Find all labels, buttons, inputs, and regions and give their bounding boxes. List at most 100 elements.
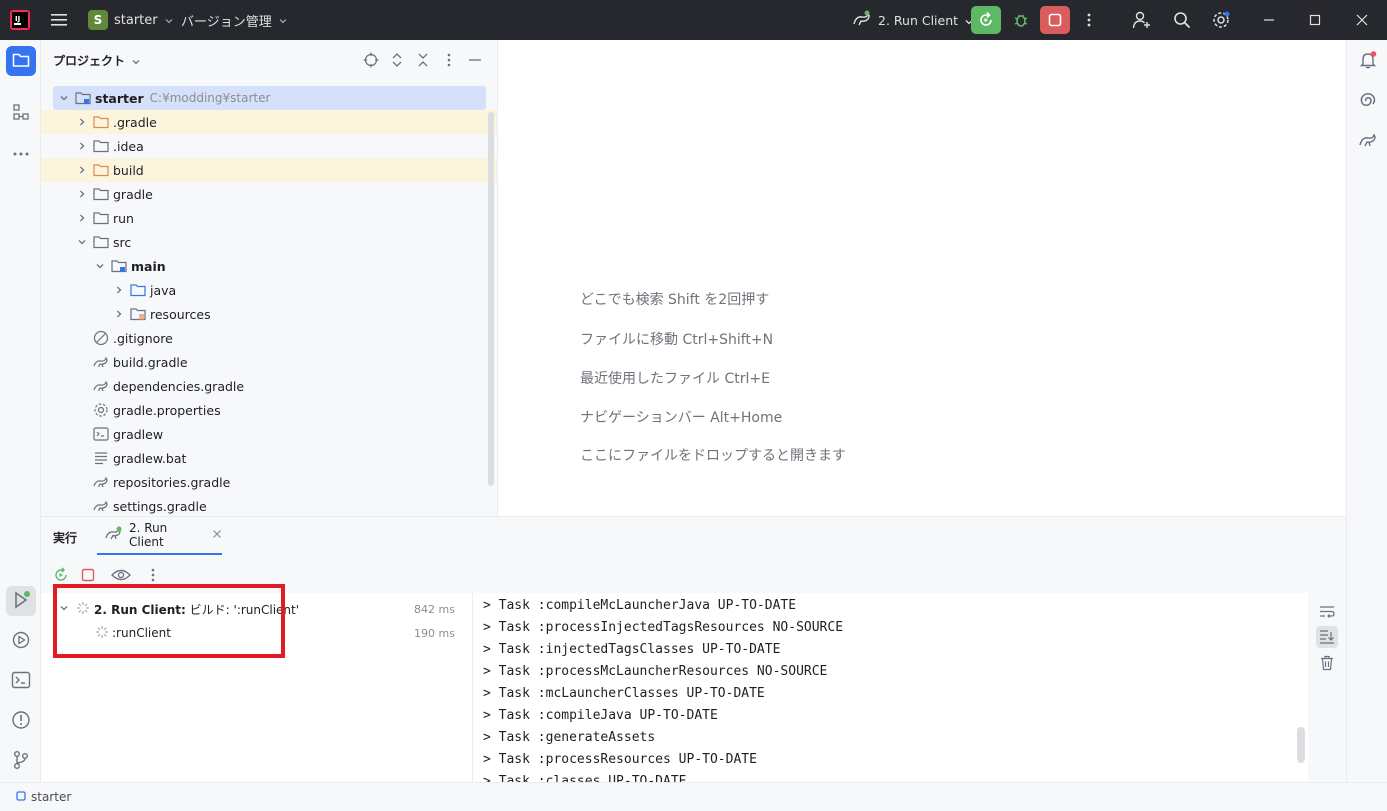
editor-empty-area[interactable]: どこでも検索 Shift を2回押す ファイルに移動 Ctrl+Shift+N …	[498, 40, 1346, 516]
chevron-right-icon[interactable]	[112, 307, 126, 321]
chevron-down-icon[interactable]	[93, 259, 107, 273]
left-tool-strip	[0, 40, 41, 782]
gradle-icon	[852, 10, 872, 31]
chevron-down-icon[interactable]	[57, 91, 71, 105]
tree-item-main[interactable]: main	[41, 254, 497, 278]
more-vertical-icon[interactable]	[145, 567, 161, 583]
ai-assistant-button[interactable]	[1353, 86, 1383, 116]
console-line: > Task :mcLauncherClasses UP-TO-DATE	[483, 686, 765, 701]
maximize-icon[interactable]	[1305, 10, 1325, 30]
vcs-menu[interactable]: バージョン管理	[181, 8, 288, 32]
tree-item-settings-gradle[interactable]: settings.gradle	[41, 494, 497, 516]
chevron-right-icon[interactable]	[112, 283, 126, 297]
scroll-to-end-icon[interactable]	[1316, 626, 1338, 648]
terminal-icon	[93, 426, 109, 442]
gradle-icon	[93, 378, 109, 394]
locate-target-icon[interactable]	[363, 52, 379, 68]
tree-item-gradle-properties[interactable]: gradle.properties	[41, 398, 497, 422]
minimize-icon[interactable]	[1259, 10, 1279, 30]
expand-all-icon[interactable]	[389, 52, 405, 68]
tree-item-label: build	[113, 162, 144, 178]
module-folder-icon	[111, 258, 127, 274]
chevron-right-icon[interactable]	[75, 139, 89, 153]
notifications-button[interactable]	[1353, 46, 1383, 76]
tree-item-resources[interactable]: resources	[41, 302, 497, 326]
search-icon[interactable]	[1172, 10, 1192, 30]
folder-icon	[93, 138, 109, 154]
tree-item-gradle[interactable]: gradle	[41, 182, 497, 206]
structure-tool-button[interactable]	[6, 98, 36, 128]
chevron-right-icon[interactable]	[75, 211, 89, 225]
project-tool-button[interactable]	[6, 46, 36, 76]
tree-item-starter[interactable]: starter C:¥modding¥starter	[53, 86, 486, 110]
highlight-annotation-box	[53, 584, 285, 658]
console-output[interactable]: > Task :compileMcLauncherJava UP-TO-DATE…	[472, 593, 1308, 783]
hide-panel-icon[interactable]	[467, 52, 483, 68]
main-menu-icon[interactable]	[50, 11, 68, 29]
soft-wrap-icon[interactable]	[1316, 601, 1338, 623]
collapse-all-icon[interactable]	[415, 52, 431, 68]
gradle-icon	[93, 498, 109, 514]
chevron-right-icon[interactable]	[75, 163, 89, 177]
settings-gear-icon[interactable]	[1211, 10, 1231, 30]
ai-spiral-icon	[1358, 90, 1378, 113]
rerun-icon[interactable]	[53, 567, 69, 583]
tree-item-dependencies-gradle[interactable]: dependencies.gradle	[41, 374, 497, 398]
tree-item-path: C:¥modding¥starter	[149, 91, 271, 105]
ignore-file-icon	[93, 330, 109, 346]
right-tool-strip	[1346, 40, 1387, 782]
tree-item-run[interactable]: run	[41, 206, 497, 230]
git-tool-button[interactable]	[6, 746, 36, 776]
tree-item-gradle-dir[interactable]: .gradle	[41, 110, 497, 134]
tree-item-build[interactable]: build	[41, 158, 497, 182]
project-scrollbar[interactable]	[488, 112, 494, 486]
more-tools-button[interactable]	[6, 137, 36, 167]
resources-folder-icon	[130, 306, 146, 322]
tree-item-label: .gitignore	[113, 330, 173, 346]
eye-icon[interactable]	[111, 567, 131, 583]
chevron-down-icon[interactable]	[75, 235, 89, 249]
folder-icon	[12, 52, 30, 71]
tree-item-repositories-gradle[interactable]: repositories.gradle	[41, 470, 497, 494]
chevron-right-icon[interactable]	[75, 187, 89, 201]
tree-item-label: src	[113, 234, 132, 250]
tree-item-java[interactable]: java	[41, 278, 497, 302]
tree-item-idea[interactable]: .idea	[41, 134, 497, 158]
tree-item-label: .gradle	[113, 114, 157, 130]
tab-run-client[interactable]: 2. Run Client	[97, 517, 222, 555]
intellij-logo-icon[interactable]: IJ	[10, 10, 30, 30]
stop-icon[interactable]	[80, 567, 96, 583]
debug-button[interactable]	[1006, 6, 1036, 34]
rerun-button[interactable]	[971, 6, 1001, 34]
trash-icon[interactable]	[1316, 652, 1338, 674]
console-line: > Task :injectedTagsClasses UP-TO-DATE	[483, 642, 781, 657]
run-tool-button[interactable]	[6, 586, 36, 616]
hint-drop-files: ここにファイルをドロップすると開きます	[580, 448, 846, 464]
tree-item-gradlew-bat[interactable]: gradlew.bat	[41, 446, 497, 470]
run-config-selector[interactable]: 2. Run Client	[852, 8, 974, 32]
problems-tool-button[interactable]	[6, 706, 36, 736]
more-vertical-icon[interactable]	[441, 52, 457, 68]
console-scrollbar[interactable]	[1297, 727, 1305, 763]
terminal-tool-button[interactable]	[6, 666, 36, 696]
gradle-icon	[93, 474, 109, 490]
close-tab-icon[interactable]	[212, 528, 222, 542]
more-vertical-icon[interactable]	[1079, 10, 1099, 30]
tree-item-build-gradle[interactable]: build.gradle	[41, 350, 497, 374]
warning-circle-icon	[11, 710, 31, 733]
console-line: > Task :processInjectedTagsResources NO-…	[483, 620, 844, 635]
project-panel-header[interactable]: プロジェクト	[53, 52, 141, 69]
project-selector[interactable]: S starter	[88, 8, 174, 32]
chevron-down-icon	[278, 15, 288, 25]
tree-item-gitignore[interactable]: .gitignore	[41, 326, 497, 350]
add-user-icon[interactable]	[1132, 10, 1152, 30]
stop-button[interactable]	[1040, 6, 1070, 34]
services-tool-button[interactable]	[6, 626, 36, 656]
gradle-tool-button[interactable]	[1353, 126, 1383, 156]
tree-item-label: java	[150, 282, 177, 298]
tree-item-gradlew[interactable]: gradlew	[41, 422, 497, 446]
tree-item-src[interactable]: src	[41, 230, 497, 254]
status-breadcrumb[interactable]: starter	[31, 790, 71, 804]
close-icon[interactable]	[1352, 10, 1372, 30]
chevron-right-icon[interactable]	[75, 115, 89, 129]
